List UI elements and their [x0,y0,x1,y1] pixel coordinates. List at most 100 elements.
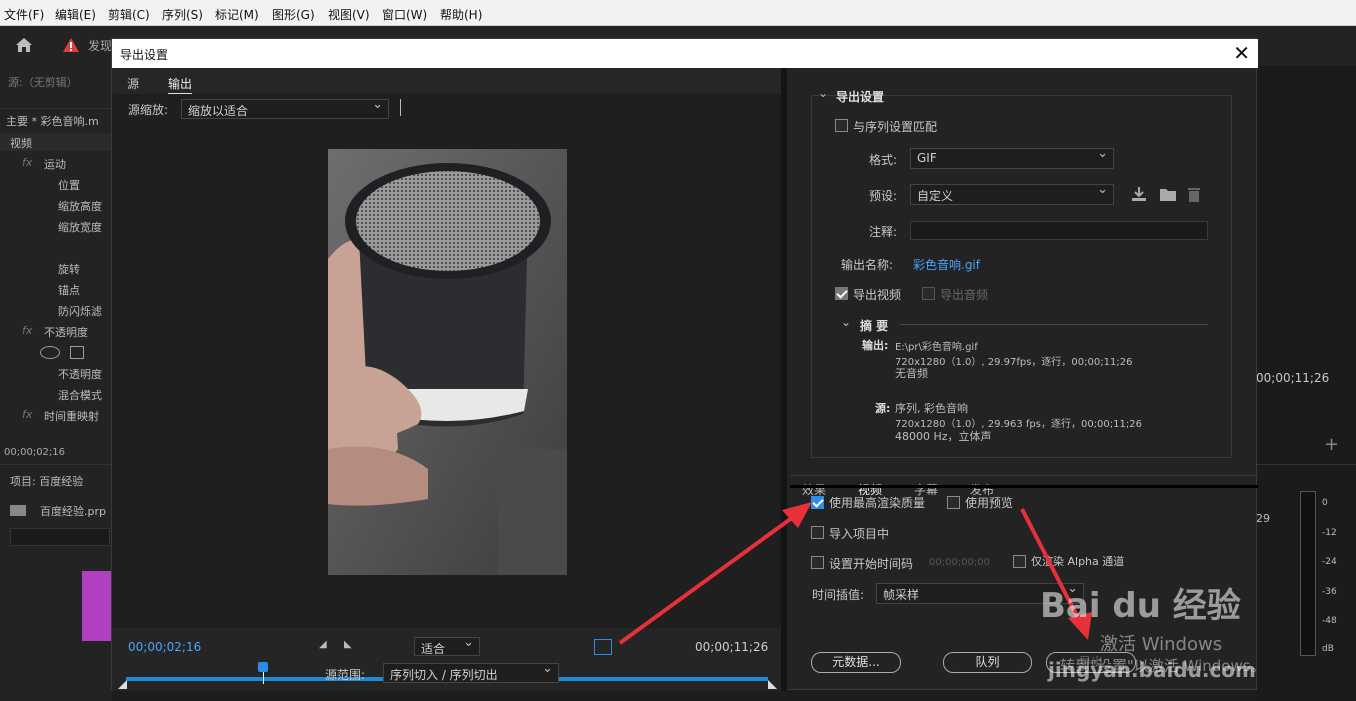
end-timecode: 00;00;11;26 [695,640,769,654]
effect-anti-flicker[interactable]: 防闪烁滤 [58,303,102,319]
effect-motion[interactable]: 运动 [44,156,66,172]
start-timecode-value[interactable]: 00;00;00;00 [929,557,990,568]
effect-opacity-group[interactable]: 不透明度 [44,324,88,340]
output-name-link[interactable]: 彩色音响.gif [913,256,980,273]
source-range-select[interactable]: 序列切入 / 序列切出 [383,661,559,683]
max-render-quality-checkbox[interactable] [811,496,824,509]
preview-area: 源 输出 源缩放: 缩放以适合 00;00;02;16 ◢ ◣ 适合 00;00… [112,68,784,691]
output-name-label: 输出名称: [841,258,894,272]
match-sequence-checkbox[interactable] [835,119,848,132]
set-in-point-icon[interactable]: ◢ [319,639,327,650]
export-video-checkbox[interactable] [835,287,848,300]
render-alpha-checkbox[interactable] [1013,555,1026,568]
rectangle-mask-icon[interactable] [70,346,84,359]
close-icon[interactable]: ✕ [1233,41,1250,65]
effect-timecode: 00;00;02;16 [4,447,66,458]
fx-icon: fx [22,408,33,421]
project-file: 百度经验.prp [40,505,106,518]
home-icon[interactable] [15,37,33,53]
menu-file[interactable]: 文件(F) [4,6,44,23]
use-previews-label: 使用预览 [965,496,1014,510]
match-sequence-label: 与序列设置匹配 [853,120,938,134]
menu-sequence[interactable]: 序列(S) [162,6,203,23]
preset-label: 预设: [869,189,898,203]
summary-source-audio: 48000 Hz，立体声 [895,430,992,443]
effect-scale-height[interactable]: 缩放高度 [58,198,102,214]
summary-output-path: E:\pr\彩色音响.gif [895,342,978,353]
effect-time-remap[interactable]: 时间重映射 [44,408,99,424]
left-panel: 源:（无剪辑） 主要 * 彩色音响.m 视频 运动 fx 位置 缩放高度 缩放宽… [0,66,112,701]
tab-source[interactable]: 源 [127,75,139,92]
fit-select[interactable]: 适合 [414,635,480,656]
source-scaling-select[interactable]: 缩放以适合 [181,97,389,119]
set-start-timecode-checkbox[interactable] [811,556,824,569]
video-preview-frame [328,149,567,575]
metadata-button[interactable]: 元数据... [811,652,901,673]
warning-text: 发现 [88,39,113,53]
import-into-project-label: 导入项目中 [829,527,890,541]
import-preset-icon[interactable] [1159,186,1177,202]
project-search-input[interactable] [10,528,110,546]
effect-blend-mode[interactable]: 混合模式 [58,387,102,403]
main-clip-label: 主要 * 彩色音响.m [6,115,99,128]
export-audio-label: 导出音频 [940,288,989,302]
import-into-project-checkbox[interactable] [811,526,824,539]
comments-input[interactable] [910,221,1208,240]
set-out-point-icon[interactable]: ◣ [344,639,352,650]
dialog-title: 导出设置 [120,48,169,62]
menu-help[interactable]: 帮助(H) [440,6,482,23]
playhead[interactable] [258,662,268,672]
summary-source-name: 序列, 彩色音响 [895,402,968,415]
chevron-down-icon[interactable]: ⌄ [841,315,851,329]
menu-clip[interactable]: 剪辑(C) [108,6,150,23]
jingyan-site: jingyan.baidu.com [1048,658,1256,682]
fx-icon: fx [22,156,33,169]
summary-output-label: 输出: [862,339,889,352]
menu-edit[interactable]: 编辑(E) [55,6,96,23]
add-button-icon[interactable]: + [1324,434,1339,455]
program-end-timecode: 00;00;11;26 [1256,371,1330,385]
effect-rotation[interactable]: 旋转 [58,261,80,277]
meter-tick-24: -24 [1322,557,1337,567]
format-select[interactable]: GIF [910,146,1114,169]
save-preset-icon[interactable] [1131,186,1147,202]
in-marker[interactable] [118,680,127,689]
queue-button[interactable]: 队列 [943,652,1032,673]
activate-windows-title: 激活 Windows [1100,634,1223,655]
preset-select[interactable]: 自定义 [910,182,1114,205]
export-audio-checkbox[interactable] [922,287,935,300]
dialog-title-bar: 导出设置 ✕ [112,39,1258,68]
menu-marker[interactable]: 标记(M) [215,6,259,23]
tab-output[interactable]: 输出 [168,75,193,94]
out-marker[interactable] [768,680,777,689]
source-range-label: 源范围: [325,668,366,682]
chevron-down-icon[interactable]: ⌄ [818,86,828,100]
project-label: 项目: 百度经验 [10,475,84,488]
summary-output-audio: 无音频 [895,367,928,380]
ellipse-mask-icon[interactable] [40,346,60,359]
menu-graphics[interactable]: 图形(G) [272,6,315,23]
audio-meter [1300,491,1316,656]
export-settings-header: 导出设置 [836,90,885,104]
set-start-timecode-label: 设置开始时间码 [829,557,914,571]
effect-position[interactable]: 位置 [58,177,80,193]
summary-header: 摘 要 [860,319,889,333]
current-timecode[interactable]: 00;00;02;16 [128,640,201,654]
menu-window[interactable]: 窗口(W) [382,6,427,23]
crop-icon[interactable] [594,639,612,655]
effect-opacity[interactable]: 不透明度 [58,366,102,382]
fx-icon: fx [22,324,33,337]
project-thumbnail[interactable] [82,571,112,641]
menu-view[interactable]: 视图(V) [328,6,370,23]
source-monitor-label: 源:（无剪辑） [8,76,78,89]
comments-label: 注释: [869,225,898,239]
effect-anchor[interactable]: 锚点 [58,282,80,298]
effect-scale-width[interactable]: 缩放宽度 [58,219,102,235]
max-render-quality-label: 使用最高渲染质量 [829,496,926,510]
meter-tick-48: -48 [1322,616,1337,626]
baidu-logo: Bai du 经验 [1040,586,1241,626]
delete-preset-icon[interactable] [1187,186,1201,202]
right-panel: 00;00;11;26 + 29 0 -12 -24 -36 -48 dB [1256,66,1356,701]
meter-tick-db: dB [1322,644,1334,654]
use-previews-checkbox[interactable] [947,496,960,509]
